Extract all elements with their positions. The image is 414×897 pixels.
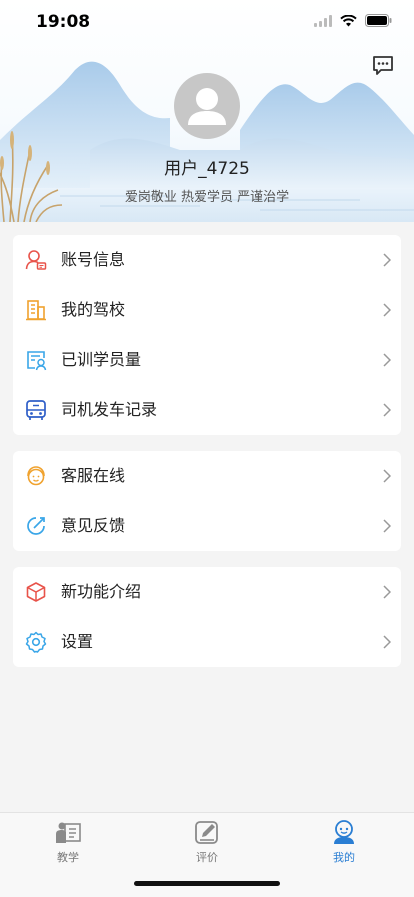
cellular-signal-icon xyxy=(314,14,332,27)
feedback-icon xyxy=(27,517,45,535)
profile-icon xyxy=(334,820,354,844)
menu-item-my-school[interactable]: 我的驾校 xyxy=(13,285,401,335)
status-time: 19:08 xyxy=(36,12,91,32)
menu-card-support: 客服在线 意见反馈 xyxy=(13,451,401,551)
tab-teaching[interactable]: 教学 xyxy=(18,819,118,869)
menu-item-label: 客服在线 xyxy=(61,466,126,485)
chevron-right-icon xyxy=(383,519,391,533)
chevron-right-icon xyxy=(383,469,391,483)
default-user-icon xyxy=(188,88,226,125)
tab-label: 评价 xyxy=(196,851,218,864)
status-bar: 19:08 xyxy=(0,0,414,44)
battery-icon xyxy=(365,14,392,27)
tab-label: 教学 xyxy=(57,851,79,864)
school-building-icon xyxy=(26,300,46,321)
chevron-right-icon xyxy=(383,353,391,367)
menu-card-app: 新功能介绍 设置 xyxy=(13,567,401,667)
menu-item-account-info[interactable]: 账号信息 xyxy=(13,235,401,285)
menu-item-label: 意见反馈 xyxy=(61,516,126,535)
menu-item-trained-students[interactable]: 已训学员量 xyxy=(13,335,401,385)
menu-card-account: 账号信息 我的驾校 已训学员量 司机发车记录 xyxy=(13,235,401,435)
customer-service-icon xyxy=(27,466,45,486)
menu-item-driver-departure-records[interactable]: 司机发车记录 xyxy=(13,385,401,435)
message-icon[interactable] xyxy=(372,54,394,76)
chevron-right-icon xyxy=(383,635,391,649)
profile-motto: 爱岗敬业 热爱学员 严谨治学 xyxy=(124,190,290,205)
avatar[interactable] xyxy=(174,73,240,139)
menu-item-label: 设置 xyxy=(61,632,94,651)
chevron-right-icon xyxy=(383,253,391,267)
account-icon xyxy=(25,250,47,270)
bus-icon xyxy=(26,400,46,420)
home-indicator xyxy=(134,881,280,886)
menu-item-label: 我的驾校 xyxy=(61,300,126,319)
tab-review[interactable]: 评价 xyxy=(157,819,257,869)
students-count-icon xyxy=(27,351,47,371)
cube-icon xyxy=(26,582,46,602)
menu-item-feedback[interactable]: 意见反馈 xyxy=(13,501,401,551)
tab-label: 我的 xyxy=(333,851,355,864)
wifi-icon xyxy=(340,14,357,26)
menu-item-new-features[interactable]: 新功能介绍 xyxy=(13,567,401,617)
tab-profile[interactable]: 我的 xyxy=(294,819,394,869)
menu-item-customer-service[interactable]: 客服在线 xyxy=(13,451,401,501)
menu-item-label: 司机发车记录 xyxy=(61,400,158,419)
chevron-right-icon xyxy=(383,585,391,599)
chevron-right-icon xyxy=(383,403,391,417)
teaching-icon xyxy=(56,822,81,843)
menu-item-settings[interactable]: 设置 xyxy=(13,617,401,667)
chevron-right-icon xyxy=(383,303,391,317)
username: 用户_4725 xyxy=(164,159,250,179)
menu-item-label: 已训学员量 xyxy=(61,350,142,369)
menu-item-label: 新功能介绍 xyxy=(61,582,142,601)
gear-icon xyxy=(25,631,47,653)
review-icon xyxy=(195,821,218,844)
menu-item-label: 账号信息 xyxy=(61,250,126,269)
